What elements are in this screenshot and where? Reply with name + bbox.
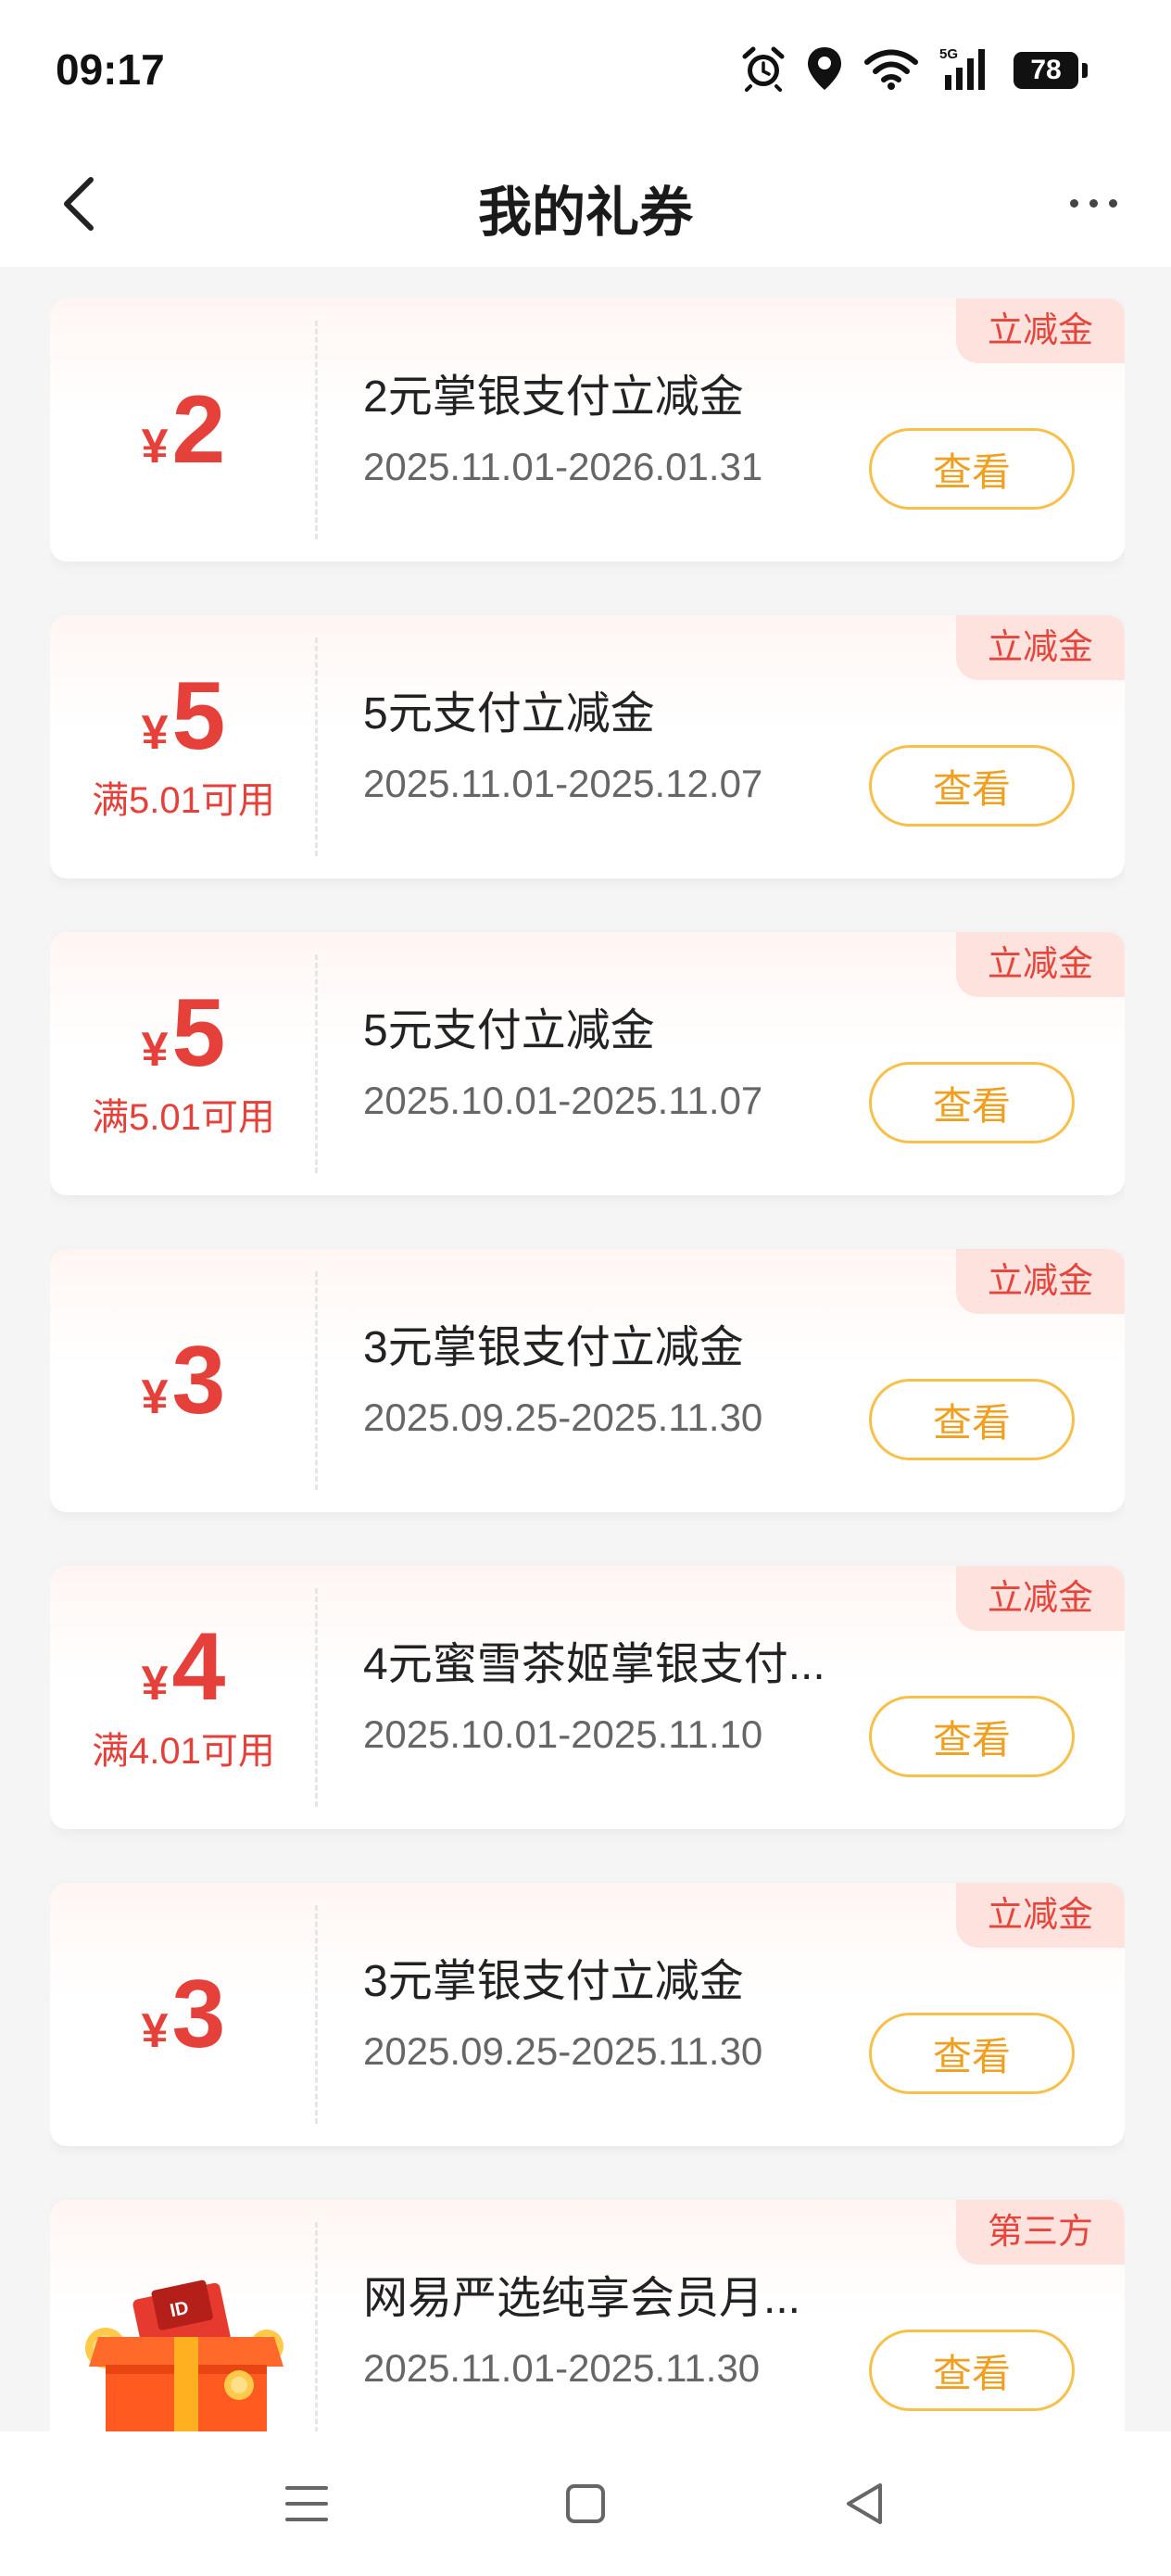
view-button[interactable]: 查看 bbox=[869, 2330, 1075, 2411]
coupon-card[interactable]: 立减金 ¥ 5 满5.01可用 5元支付立减金 2025.11.01-2025.… bbox=[50, 615, 1125, 878]
divider bbox=[315, 1588, 318, 1807]
divider bbox=[315, 2222, 318, 2431]
coupon-date: 2025.10.01-2025.11.07 bbox=[363, 1079, 763, 1122]
divider bbox=[315, 321, 318, 539]
amount-value: 5 bbox=[171, 663, 226, 770]
header: 我的礼券 bbox=[0, 139, 1171, 267]
view-button[interactable]: 查看 bbox=[869, 428, 1075, 510]
coupon-date: 2025.11.01-2026.01.31 bbox=[363, 445, 763, 488]
coupon-tag: 第三方 bbox=[955, 2200, 1125, 2265]
coupon-card[interactable]: 立减金 ¥ 3 3元掌银支付立减金 2025.09.25-2025.11.30 … bbox=[50, 1883, 1125, 2146]
signal-icon: 5G bbox=[939, 45, 993, 96]
coupon-tag: 立减金 bbox=[955, 1566, 1125, 1631]
page-title: 我的礼券 bbox=[477, 183, 693, 243]
coupon-tag: 立减金 bbox=[955, 932, 1125, 997]
coupon-card[interactable]: 立减金 ¥ 5 满5.01可用 5元支付立减金 2025.10.01-2025.… bbox=[50, 932, 1125, 1195]
amount-value: 5 bbox=[171, 979, 226, 1087]
coupon-title: 4元蜜雪茶姬掌银支付... bbox=[363, 1640, 825, 1689]
battery-icon: 78 bbox=[1014, 52, 1078, 89]
currency-symbol: ¥ bbox=[141, 706, 169, 760]
menu-icon[interactable] bbox=[270, 2467, 344, 2541]
location-icon bbox=[806, 45, 843, 96]
coupon-tag: 立减金 bbox=[955, 615, 1125, 680]
coupon-condition: 满4.01可用 bbox=[92, 1731, 275, 1772]
coupon-amount: ¥ 3 bbox=[141, 1327, 226, 1434]
divider bbox=[315, 1905, 318, 2124]
coupon-date: 2025.11.01-2025.11.30 bbox=[363, 2346, 761, 2390]
coupon-amount: ¥ 2 bbox=[141, 376, 226, 484]
coupon-card[interactable]: 第三方 ID 广告 网易严选纯享会员月... 2025.11.01-2025.1… bbox=[50, 2200, 1125, 2431]
coupon-title: 3元掌银支付立减金 bbox=[363, 1323, 744, 1372]
coupon-amount: ¥ 5 bbox=[141, 663, 226, 770]
coupon-title: 网易严选纯享会员月... bbox=[363, 2274, 801, 2323]
coupon-amount-area: ¥ 4 满4.01可用 bbox=[50, 1566, 317, 1829]
coupon-amount-area: ¥ 5 满5.01可用 bbox=[50, 932, 317, 1195]
view-button[interactable]: 查看 bbox=[869, 745, 1075, 827]
status-time: 09:17 bbox=[56, 45, 165, 94]
coupon-tag: 立减金 bbox=[955, 1249, 1125, 1314]
currency-symbol: ¥ bbox=[141, 1023, 169, 1077]
coupon-tag: 立减金 bbox=[955, 1883, 1125, 1948]
coupon-card[interactable]: 立减金 ¥ 3 3元掌银支付立减金 2025.09.25-2025.11.30 … bbox=[50, 1249, 1125, 1512]
coupon-date: 2025.10.01-2025.11.10 bbox=[363, 1712, 763, 1756]
currency-symbol: ¥ bbox=[141, 2004, 169, 2058]
more-icon bbox=[1069, 198, 1078, 208]
coupon-title: 3元掌银支付立减金 bbox=[363, 1957, 744, 2006]
coupon-condition: 满5.01可用 bbox=[92, 1097, 275, 1138]
coupon-date: 2025.11.01-2025.12.07 bbox=[363, 762, 763, 805]
coupon-date: 2025.09.25-2025.11.30 bbox=[363, 1395, 763, 1439]
view-button[interactable]: 查看 bbox=[869, 1062, 1075, 1143]
gift-box-image: ID 广告 bbox=[70, 2237, 302, 2431]
svg-text:5G: 5G bbox=[939, 46, 958, 62]
more-icon bbox=[1108, 198, 1117, 208]
currency-symbol: ¥ bbox=[141, 1657, 169, 1711]
coupon-title: 2元掌银支付立减金 bbox=[363, 373, 744, 422]
coupon-amount-area: ¥ 5 满5.01可用 bbox=[50, 615, 317, 878]
home-icon[interactable] bbox=[548, 2467, 623, 2541]
coupon-tag: 立减金 bbox=[955, 298, 1125, 363]
system-nav-bar bbox=[0, 2431, 1171, 2576]
coupon-list: 立减金 ¥ 2 2元掌银支付立减金 2025.11.01-2026.01.31 … bbox=[50, 298, 1125, 2431]
view-button[interactable]: 查看 bbox=[869, 1379, 1075, 1460]
amount-value: 2 bbox=[171, 376, 226, 484]
view-button[interactable]: 查看 bbox=[869, 1696, 1075, 1777]
view-button[interactable]: 查看 bbox=[869, 2013, 1075, 2094]
coupon-condition: 满5.01可用 bbox=[92, 780, 275, 821]
coupon-title: 5元支付立减金 bbox=[363, 1006, 655, 1055]
amount-value: 4 bbox=[171, 1613, 226, 1721]
coupon-card[interactable]: 立减金 ¥ 2 2元掌银支付立减金 2025.11.01-2026.01.31 … bbox=[50, 298, 1125, 562]
more-button[interactable] bbox=[1056, 180, 1130, 226]
divider bbox=[315, 1271, 318, 1490]
coupon-date: 2025.09.25-2025.11.30 bbox=[363, 2029, 763, 2073]
status-icons: 5G 78 bbox=[741, 44, 1088, 96]
alarm-icon bbox=[741, 45, 786, 96]
wifi-icon bbox=[863, 47, 919, 95]
coupon-amount-area: ¥ 3 bbox=[50, 1249, 317, 1512]
coupon-amount: ¥ 3 bbox=[141, 1961, 226, 2068]
coupon-amount-area: ¥ 2 bbox=[50, 298, 317, 562]
amount-value: 3 bbox=[171, 1961, 226, 2068]
status-bar: 09:17 5G 78 bbox=[0, 0, 1171, 139]
coupon-amount: ¥ 5 bbox=[141, 979, 226, 1087]
coupon-card[interactable]: 立减金 ¥ 4 满4.01可用 4元蜜雪茶姬掌银支付... 2025.10.01… bbox=[50, 1566, 1125, 1829]
currency-symbol: ¥ bbox=[141, 420, 169, 474]
coupon-amount: ¥ 4 bbox=[141, 1613, 226, 1721]
more-icon bbox=[1089, 198, 1098, 208]
nav-back-icon[interactable] bbox=[827, 2467, 901, 2541]
battery-tip bbox=[1082, 63, 1088, 78]
amount-value: 3 bbox=[171, 1327, 226, 1434]
divider bbox=[315, 954, 318, 1173]
currency-symbol: ¥ bbox=[141, 1370, 169, 1424]
coupon-amount-area: ¥ 3 bbox=[50, 1883, 317, 2146]
coupon-title: 5元支付立减金 bbox=[363, 689, 655, 739]
divider bbox=[315, 638, 318, 856]
